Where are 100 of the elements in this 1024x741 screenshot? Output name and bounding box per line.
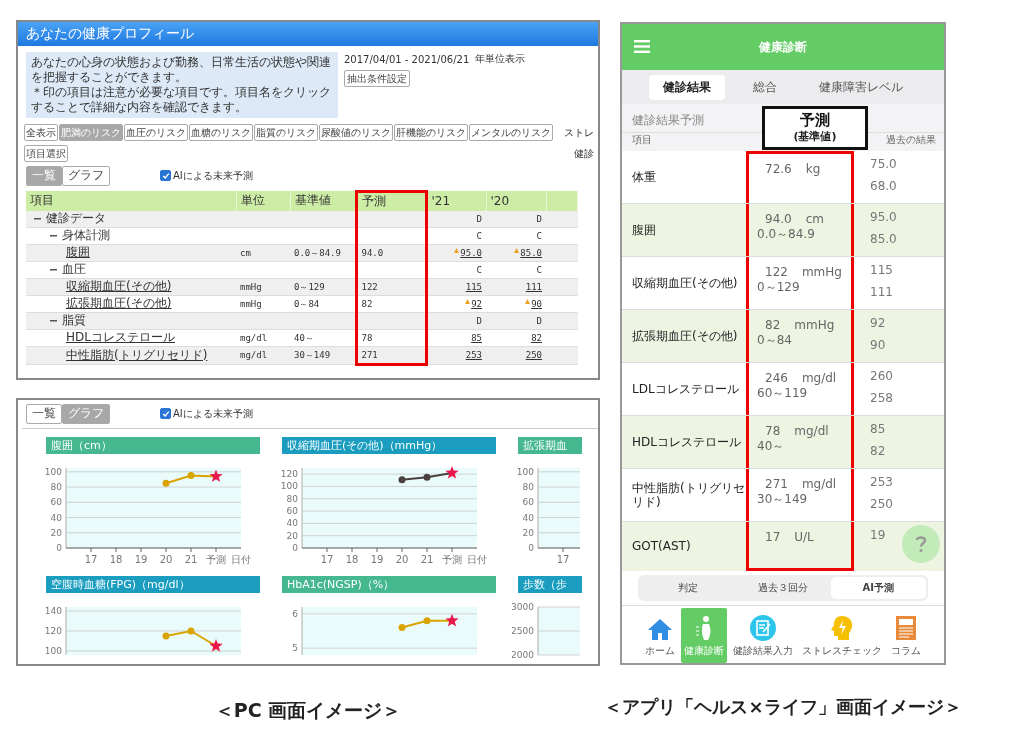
- grade-cell: D: [476, 213, 482, 224]
- table-cell: mg/dl: [240, 332, 268, 343]
- predicted-value: 246: [765, 371, 788, 385]
- segment-tab[interactable]: 総合: [739, 74, 791, 100]
- column-header: 過去の結果: [886, 133, 936, 147]
- display-unit-label: 年単位表示: [475, 52, 526, 66]
- reference-range: 60～119: [757, 385, 808, 402]
- result-link[interactable]: 82: [531, 332, 542, 343]
- risk-filter-tab[interactable]: 肝機能のリスク: [394, 124, 468, 141]
- x-tick-label: 21: [420, 553, 434, 565]
- chart-title: 収縮期血圧(その他)（mmHg）: [282, 436, 496, 454]
- checkbox[interactable]: [160, 170, 171, 182]
- view-mode-tab[interactable]: 過去３回分: [735, 577, 831, 599]
- item-name: GOT(AST): [631, 539, 692, 554]
- prediction-cell: 122: [361, 281, 378, 292]
- nav-item[interactable]: ホーム: [642, 608, 678, 663]
- head-lightning-icon: [830, 615, 854, 641]
- unit-label: mg/dl: [801, 371, 837, 385]
- result-link[interactable]: 90: [531, 298, 542, 309]
- item-select-button[interactable]: 項目選択: [24, 145, 68, 162]
- past-result: 68.0: [870, 179, 897, 193]
- risk-filter-tab[interactable]: 血糖のリスク: [189, 124, 253, 141]
- grade-cell: C: [476, 264, 482, 275]
- past-result: 253: [870, 475, 893, 489]
- y-tick-label: 40: [50, 512, 62, 523]
- y-tick-label: 6: [292, 608, 298, 619]
- result-link[interactable]: 250: [525, 350, 542, 361]
- past-result: 85.0: [870, 232, 897, 246]
- table-cell: 0.0～84.9: [294, 247, 341, 258]
- y-tick-label: 60: [50, 496, 62, 507]
- item-link[interactable]: HDLコレステロール: [66, 330, 175, 346]
- person-icon: [695, 615, 713, 641]
- reference-range: 30～149: [757, 491, 808, 508]
- x-tick-label: 18: [109, 553, 123, 565]
- house-icon: [647, 617, 673, 641]
- item-link[interactable]: 拡張期血圧(その他): [66, 296, 172, 312]
- y-tick-label: 2500: [512, 625, 534, 636]
- unit-label: kg: [805, 162, 821, 176]
- y-tick-label: 120: [44, 625, 62, 636]
- risk-filter-tab[interactable]: 脂質のリスク: [254, 124, 318, 141]
- table-cell: mg/dl: [240, 350, 268, 361]
- risk-filter-tab[interactable]: 血圧のリスク: [124, 124, 188, 141]
- predicted-point-star: [445, 613, 459, 626]
- item-name: 収縮期血圧(その他): [631, 275, 739, 291]
- risk-filter-tab[interactable]: 尿酸値のリスク: [319, 124, 393, 141]
- table-cell: mmHg: [240, 298, 262, 309]
- item-name: 拡張期血圧(その他): [631, 328, 739, 344]
- predicted-value: 82: [765, 318, 781, 332]
- result-link[interactable]: 253: [465, 350, 482, 361]
- predicted-value: 78: [765, 424, 781, 438]
- column-header: 項目: [632, 133, 652, 147]
- item-link[interactable]: 腹囲: [66, 245, 90, 261]
- view-mode-tab[interactable]: 判定: [640, 577, 736, 599]
- x-tick-label: 18: [345, 553, 359, 565]
- x-tick-label: 20: [159, 553, 173, 565]
- y-tick-label: 40: [286, 518, 298, 528]
- view-mode-tab[interactable]: AI予測: [830, 577, 926, 599]
- past-result: 75.0: [870, 157, 897, 171]
- past-result: 90: [870, 338, 886, 352]
- item-name: 中性脂肪(トリグリセリド): [631, 480, 746, 510]
- y-tick-label: 3000: [512, 601, 534, 612]
- chart-title: 空腹時血糖(FPG)（mg/dl）: [46, 575, 260, 593]
- reference-range: 0.0～84.9: [757, 226, 815, 243]
- y-tick-label: 60: [286, 505, 298, 516]
- filter-settings-button[interactable]: 抽出条件設定: [344, 70, 410, 87]
- prediction-cell: 82: [361, 298, 373, 309]
- x-axis-label: 日付: [467, 553, 487, 565]
- past-result: 258: [870, 391, 893, 405]
- nav-item[interactable]: 健診結果入力: [730, 608, 796, 663]
- table-cell: cm: [240, 247, 251, 258]
- nav-item[interactable]: コラム: [888, 608, 924, 663]
- past-result: 250: [870, 497, 893, 511]
- y-tick-label: 80: [50, 481, 62, 492]
- result-link[interactable]: 111: [525, 281, 542, 292]
- segment-tab[interactable]: 健康障害レベル: [805, 74, 917, 100]
- past-result: 111: [870, 285, 893, 299]
- segment-tab[interactable]: 健診結果: [649, 74, 725, 100]
- y-tick-label: 100: [44, 466, 62, 477]
- question-mark-icon: [914, 535, 928, 553]
- item-name: 体重: [631, 169, 657, 185]
- reference-range: 0～84: [757, 332, 792, 349]
- view-toggle-tab[interactable]: グラフ: [62, 166, 110, 186]
- risk-filter-tab[interactable]: 全表示: [24, 124, 58, 141]
- nav-item[interactable]: ストレスチェック: [799, 608, 885, 663]
- y-tick-label: 140: [44, 605, 62, 616]
- date-range: 2017/04/01 - 2021/06/21: [344, 53, 470, 65]
- view-toggle-tab[interactable]: 一覧: [26, 404, 62, 424]
- result-link[interactable]: 85: [471, 332, 482, 343]
- caption: ＜アプリ「ヘルス×ライフ」画面イメージ＞: [603, 695, 963, 719]
- result-link[interactable]: 115: [465, 281, 482, 292]
- result-link[interactable]: 92: [471, 298, 482, 309]
- grade-cell: C: [536, 230, 542, 241]
- x-tick-label: 20: [395, 553, 409, 565]
- checkbox[interactable]: [160, 408, 171, 420]
- predicted-value: 17: [765, 530, 781, 544]
- x-tick-label: 17: [556, 553, 570, 565]
- risk-filter-tab[interactable]: メンタルのリスク: [469, 124, 553, 141]
- chart-title: 腹囲（cm）: [46, 436, 260, 454]
- x-tick-label: 21: [184, 553, 198, 565]
- y-tick-label: 0: [56, 542, 62, 553]
